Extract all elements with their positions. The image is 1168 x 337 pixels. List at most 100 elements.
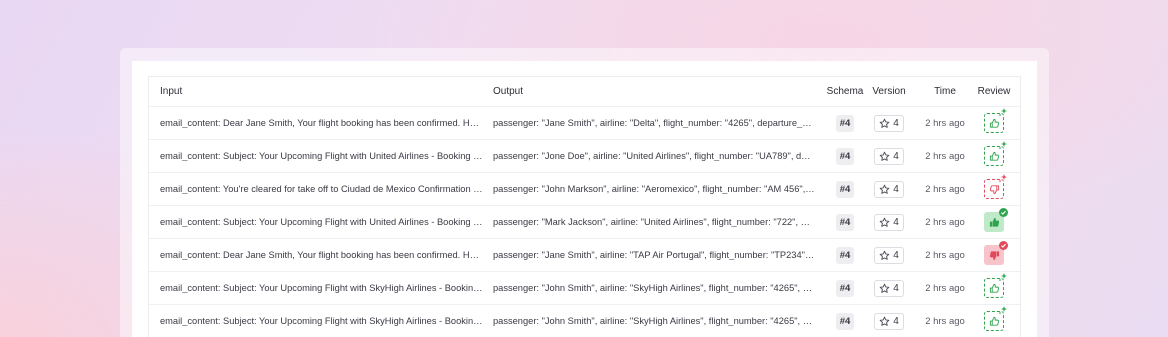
- output-cell: passenger: "Jane Smith", airline: "TAP A…: [493, 239, 815, 271]
- schema-badge[interactable]: #4: [835, 147, 855, 165]
- output-text: passenger: "John Smith", airline: "SkyHi…: [493, 316, 815, 326]
- output-cell: passenger: "John Markson", airline: "Aer…: [493, 173, 815, 205]
- thumbs-up-icon: [989, 151, 1000, 162]
- header-input: Input: [160, 86, 183, 97]
- header-time: Time: [934, 86, 956, 97]
- schema-badge[interactable]: #4: [835, 246, 855, 264]
- version-badge[interactable]: 4: [874, 114, 904, 132]
- version-number: 4: [893, 150, 899, 162]
- version-badge[interactable]: 4: [874, 147, 904, 165]
- table-row[interactable]: email_content: Subject: Your Upcoming Fl…: [149, 139, 1020, 172]
- time-cell: 2 hrs ago: [915, 206, 975, 238]
- input-text: email_content: Subject: Your Upcoming Fl…: [160, 283, 483, 293]
- review-cell: [969, 173, 1019, 205]
- output-text: passenger: "Jone Doe", airline: "United …: [493, 151, 815, 161]
- table-row[interactable]: email_content: Dear Jane Smith, Your fli…: [149, 238, 1020, 271]
- input-cell: email_content: Subject: Your Upcoming Fl…: [160, 206, 483, 238]
- version-number: 4: [893, 117, 899, 129]
- time-text: 2 hrs ago: [925, 117, 965, 129]
- time-text: 2 hrs ago: [925, 150, 965, 162]
- header-schema: Schema: [826, 86, 864, 97]
- star-icon: [879, 184, 890, 195]
- time-text: 2 hrs ago: [925, 315, 965, 327]
- review-cell: [969, 239, 1019, 271]
- output-cell: passenger: "Jane Smith", airline: "Delta…: [493, 107, 815, 139]
- header-output: Output: [493, 86, 524, 97]
- star-icon: [879, 283, 890, 294]
- input-cell: email_content: You're cleared for take o…: [160, 173, 483, 205]
- star-icon: [879, 217, 890, 228]
- version-cell: 4: [869, 107, 909, 139]
- schema-badge[interactable]: #4: [835, 279, 855, 297]
- table-header: Input Output Schema Version Time Review: [149, 77, 1020, 106]
- version-badge[interactable]: 4: [874, 213, 904, 231]
- schema-cell: #4: [821, 305, 869, 337]
- output-cell: passenger: "Jone Doe", airline: "United …: [493, 140, 815, 172]
- schema-badge[interactable]: #4: [835, 213, 855, 231]
- input-cell: email_content: Subject: Your Upcoming Fl…: [160, 140, 483, 172]
- output-cell: passenger: "John Smith", airline: "SkyHi…: [493, 305, 815, 337]
- input-cell: email_content: Subject: Your Upcoming Fl…: [160, 272, 483, 304]
- input-text: email_content: You're cleared for take o…: [160, 184, 483, 194]
- thumbs-down-icon: [989, 250, 1000, 261]
- review-cell: [969, 107, 1019, 139]
- review-button[interactable]: [984, 108, 1007, 133]
- review-button[interactable]: [984, 141, 1007, 166]
- schema-badge[interactable]: #4: [835, 114, 855, 132]
- version-badge[interactable]: 4: [874, 312, 904, 330]
- version-badge[interactable]: 4: [874, 279, 904, 297]
- version-cell: 4: [869, 272, 909, 304]
- review-button[interactable]: [984, 241, 1008, 265]
- check-icon: [999, 208, 1008, 217]
- input-text: email_content: Subject: Your Upcoming Fl…: [160, 217, 483, 227]
- table-row[interactable]: email_content: Subject: Your Upcoming Fl…: [149, 271, 1020, 304]
- schema-badge[interactable]: #4: [835, 312, 855, 330]
- review-button[interactable]: [984, 208, 1008, 232]
- time-cell: 2 hrs ago: [915, 239, 975, 271]
- time-text: 2 hrs ago: [925, 249, 965, 261]
- star-icon: [879, 151, 890, 162]
- review-button[interactable]: [984, 306, 1007, 331]
- review-button[interactable]: [984, 174, 1007, 199]
- output-text: passenger: "Jane Smith", airline: "Delta…: [493, 118, 815, 128]
- input-cell: email_content: Dear Jane Smith, Your fli…: [160, 239, 483, 271]
- input-cell: email_content: Subject: Your Upcoming Fl…: [160, 305, 483, 337]
- time-cell: 2 hrs ago: [915, 305, 975, 337]
- review-cell: [969, 206, 1019, 238]
- output-text: passenger: "Jane Smith", airline: "TAP A…: [493, 250, 815, 260]
- version-badge[interactable]: 4: [874, 246, 904, 264]
- time-cell: 2 hrs ago: [915, 272, 975, 304]
- time-text: 2 hrs ago: [925, 282, 965, 294]
- version-number: 4: [893, 183, 899, 195]
- version-number: 4: [893, 216, 899, 228]
- review-cell: [969, 140, 1019, 172]
- check-icon: [999, 241, 1008, 250]
- review-button[interactable]: [984, 273, 1007, 298]
- version-cell: 4: [869, 173, 909, 205]
- version-cell: 4: [869, 239, 909, 271]
- version-badge[interactable]: 4: [874, 180, 904, 198]
- star-icon: [879, 316, 890, 327]
- schema-cell: #4: [821, 173, 869, 205]
- input-text: email_content: Dear Jane Smith, Your fli…: [160, 250, 483, 260]
- review-cell: [969, 272, 1019, 304]
- input-text: email_content: Subject: Your Upcoming Fl…: [160, 151, 483, 161]
- star-icon: [879, 250, 890, 261]
- table-row[interactable]: email_content: Subject: Your Upcoming Fl…: [149, 205, 1020, 238]
- star-icon: [879, 118, 890, 129]
- thumbs-up-icon: [989, 118, 1000, 129]
- thumbs-down-icon: [989, 184, 1000, 195]
- time-cell: 2 hrs ago: [915, 173, 975, 205]
- table-row[interactable]: email_content: You're cleared for take o…: [149, 172, 1020, 205]
- schema-cell: #4: [821, 107, 869, 139]
- version-cell: 4: [869, 206, 909, 238]
- header-version: Version: [872, 86, 906, 97]
- version-number: 4: [893, 249, 899, 261]
- schema-badge[interactable]: #4: [835, 180, 855, 198]
- input-text: email_content: Dear Jane Smith, Your fli…: [160, 118, 483, 128]
- input-cell: email_content: Dear Jane Smith, Your fli…: [160, 107, 483, 139]
- schema-cell: #4: [821, 206, 869, 238]
- table-row[interactable]: email_content: Subject: Your Upcoming Fl…: [149, 304, 1020, 337]
- table-row[interactable]: email_content: Dear Jane Smith, Your fli…: [149, 106, 1020, 139]
- output-cell: passenger: "John Smith", airline: "SkyHi…: [493, 272, 815, 304]
